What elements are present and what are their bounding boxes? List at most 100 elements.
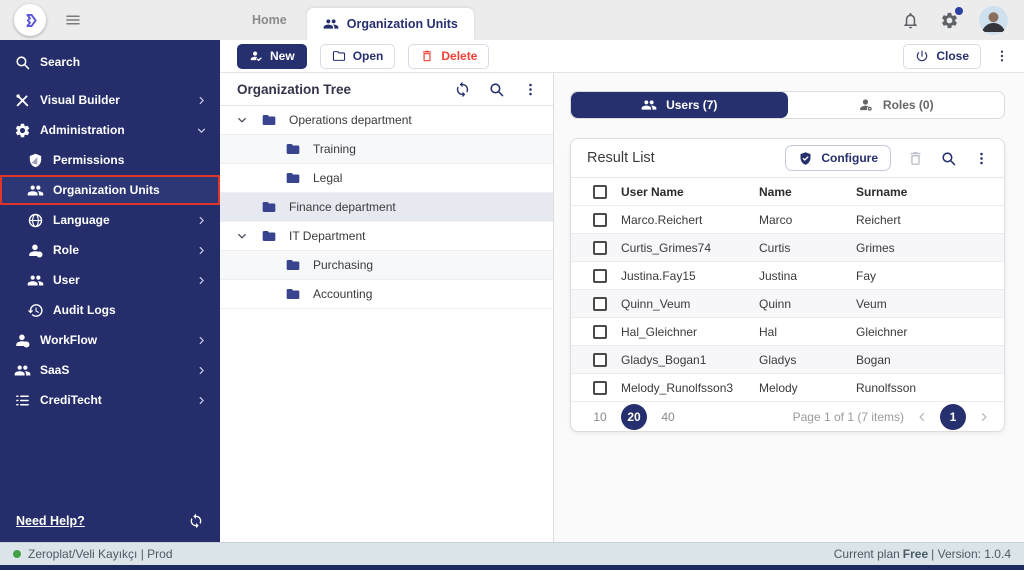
row-checkbox[interactable] xyxy=(593,353,607,367)
open-button[interactable]: Open xyxy=(320,44,396,69)
tree-node[interactable]: Accounting xyxy=(220,280,553,309)
table-row[interactable]: Justina.Fay15 Justina Fay xyxy=(571,262,1004,290)
row-checkbox[interactable] xyxy=(593,269,607,283)
select-all-checkbox[interactable] xyxy=(593,185,607,199)
sidebar-item[interactable]: CrediTecht xyxy=(0,385,220,415)
segment-tab[interactable]: Roles (0) xyxy=(788,92,1005,118)
refresh-icon[interactable] xyxy=(454,81,471,98)
kebab-menu-icon[interactable] xyxy=(973,150,990,167)
hamburger-icon[interactable] xyxy=(64,11,82,29)
document-tab[interactable]: Organization Units xyxy=(307,8,474,40)
table-row[interactable]: Melody_Runolfsson3 Melody Runolfsson xyxy=(571,374,1004,402)
row-checkbox[interactable] xyxy=(593,213,607,227)
sidebar-item[interactable]: Audit Logs xyxy=(0,295,220,325)
user-avatar[interactable] xyxy=(979,6,1008,35)
topbar-actions xyxy=(901,6,1024,35)
sidebar-item[interactable]: Permissions xyxy=(0,145,220,175)
row-checkbox[interactable] xyxy=(593,241,607,255)
sidebar-item-label: WorkFlow xyxy=(40,333,196,347)
bell-icon[interactable] xyxy=(901,11,920,30)
table-row[interactable]: Marco.Reichert Marco Reichert xyxy=(571,206,1004,234)
chevron-right-icon[interactable] xyxy=(978,411,990,423)
chevron-down-icon[interactable] xyxy=(236,114,248,126)
chevron-icon xyxy=(196,245,207,256)
tree-node-label: Training xyxy=(313,142,356,156)
close-button[interactable]: Close xyxy=(903,44,981,69)
row-checkbox[interactable] xyxy=(593,325,607,339)
sidebar-item-search[interactable]: Search xyxy=(0,42,220,82)
cell-username: Gladys_Bogan1 xyxy=(621,353,759,367)
sidebar-item[interactable]: User xyxy=(0,265,220,295)
cell-name: Gladys xyxy=(759,353,856,367)
column-header-username: User Name xyxy=(621,185,759,199)
table-row[interactable]: Quinn_Veum Quinn Veum xyxy=(571,290,1004,318)
document-tab[interactable]: Home xyxy=(232,0,307,40)
chevron-left-icon[interactable] xyxy=(916,411,928,423)
table-row[interactable]: Gladys_Bogan1 Gladys Bogan xyxy=(571,346,1004,374)
status-dot xyxy=(13,550,21,558)
trash-icon[interactable] xyxy=(907,150,924,167)
chevron-down-icon[interactable] xyxy=(236,230,248,242)
tree-node-label: IT Department xyxy=(289,229,365,243)
sidebar-item-icon xyxy=(27,302,44,319)
tab-label: Organization Units xyxy=(347,17,458,31)
search-icon[interactable] xyxy=(940,150,957,167)
row-checkbox[interactable] xyxy=(593,297,607,311)
sidebar-item[interactable]: Role xyxy=(0,235,220,265)
new-button[interactable]: New xyxy=(237,44,307,69)
sidebar-item-icon xyxy=(27,212,44,229)
tree-node-label: Legal xyxy=(313,171,342,185)
tree-node[interactable]: Operations department xyxy=(220,106,553,135)
main-row: Search Visual Builder Administration xyxy=(0,0,1024,542)
cell-surname: Fay xyxy=(856,269,1004,283)
table-row[interactable]: Curtis_Grimes74 Curtis Grimes xyxy=(571,234,1004,262)
page-info: Page 1 of 1 (7 items) xyxy=(793,410,904,424)
sidebar-item[interactable]: Administration xyxy=(0,115,220,145)
sidebar-item[interactable]: Organization Units xyxy=(0,175,220,205)
select-all-cell xyxy=(571,185,621,199)
kebab-menu-icon[interactable] xyxy=(994,48,1010,64)
sidebar-item-label: SaaS xyxy=(40,363,196,377)
chevron-icon xyxy=(196,125,207,136)
sidebar-item[interactable]: WorkFlow xyxy=(0,325,220,355)
need-help-link[interactable]: Need Help? xyxy=(16,514,85,528)
configure-button-label: Configure xyxy=(821,151,878,165)
tree-node[interactable]: Legal xyxy=(220,164,553,193)
page-size-button[interactable]: 20 xyxy=(621,404,647,430)
row-check-cell xyxy=(571,325,621,339)
sidebar-item-label: Role xyxy=(53,243,196,257)
kebab-menu-icon[interactable] xyxy=(522,81,539,98)
status-left-text: Zeroplat/Veli Kayıkçı | Prod xyxy=(28,547,173,561)
sidebar-item[interactable]: SaaS xyxy=(0,355,220,385)
sidebar-item[interactable]: Visual Builder xyxy=(0,85,220,115)
row-checkbox[interactable] xyxy=(593,381,607,395)
search-icon[interactable] xyxy=(488,81,505,98)
page-nav: Page 1 of 1 (7 items) 1 xyxy=(793,404,990,430)
page-number-button[interactable]: 1 xyxy=(940,404,966,430)
configure-button[interactable]: Configure xyxy=(785,145,891,171)
plan-value: Free xyxy=(903,547,928,561)
page-size-button[interactable]: 10 xyxy=(587,404,613,430)
tree-node[interactable]: IT Department xyxy=(220,222,553,251)
chevron-icon xyxy=(196,155,207,166)
chevron-icon xyxy=(196,275,207,286)
tree-panel-header: Organization Tree xyxy=(220,73,553,106)
tree-panel-title: Organization Tree xyxy=(237,82,437,97)
sidebar-item-label: Administration xyxy=(40,123,196,137)
tree-node[interactable]: Training xyxy=(220,135,553,164)
tree-node[interactable]: Finance department xyxy=(220,193,553,222)
sidebar-item[interactable]: Language xyxy=(0,205,220,235)
tab-icon xyxy=(323,16,339,32)
person-check-icon xyxy=(249,49,263,63)
sidebar-item-label: Search xyxy=(40,55,207,69)
table-row[interactable]: Hal_Gleichner Hal Gleichner xyxy=(571,318,1004,346)
delete-button[interactable]: Delete xyxy=(408,44,489,69)
column-header-name: Name xyxy=(759,185,856,199)
tree-node[interactable]: Purchasing xyxy=(220,251,553,280)
segment-tab[interactable]: Users (7) xyxy=(571,92,788,118)
settings-button[interactable] xyxy=(940,11,959,30)
sync-icon[interactable] xyxy=(188,513,204,529)
segment-tab-label: Users (7) xyxy=(666,98,717,112)
page-size-button[interactable]: 40 xyxy=(655,404,681,430)
cell-name: Justina xyxy=(759,269,856,283)
